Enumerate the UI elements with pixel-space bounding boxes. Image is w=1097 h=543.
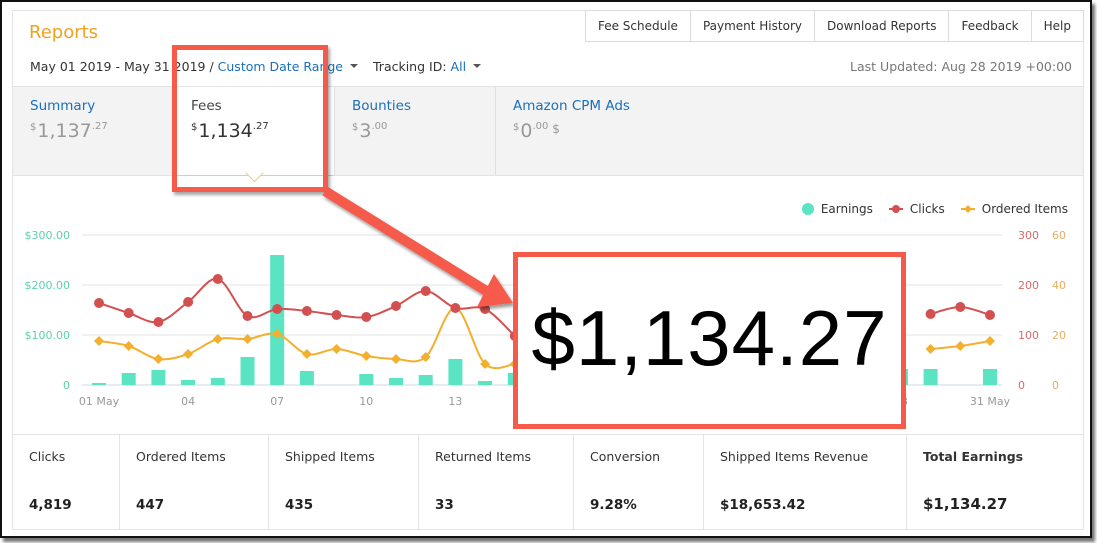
x-tick-label: 10 bbox=[359, 395, 373, 408]
ordered-items-point bbox=[925, 344, 936, 354]
ordered-items-point bbox=[985, 336, 995, 346]
ordered-items-point bbox=[183, 349, 194, 359]
ordered-items-point bbox=[153, 354, 164, 364]
ordered-items-point bbox=[94, 336, 104, 346]
earnings-bar bbox=[240, 357, 255, 385]
ordered-items-point bbox=[301, 349, 312, 359]
ordered-items-point bbox=[331, 344, 342, 354]
clicks-point bbox=[272, 304, 283, 314]
earnings-bar bbox=[923, 369, 938, 385]
clicks-point bbox=[480, 304, 491, 314]
clicks-point bbox=[153, 317, 164, 327]
ordered-items-point bbox=[391, 354, 401, 364]
y-left-tick-label: $200.00 bbox=[25, 279, 71, 292]
clicks-point bbox=[925, 309, 936, 319]
y-right-items-tick-label: 20 bbox=[1052, 329, 1066, 342]
earnings-bar bbox=[478, 381, 493, 385]
y-right-clicks-tick-label: 300 bbox=[1018, 229, 1039, 242]
ordered-items-point bbox=[361, 351, 372, 361]
earnings-bar bbox=[359, 374, 374, 385]
y-right-clicks-tick-label: 0 bbox=[1018, 379, 1025, 392]
y-right-clicks-tick-label: 100 bbox=[1018, 329, 1039, 342]
y-right-items-tick-label: 0 bbox=[1052, 379, 1059, 392]
y-left-tick-label: 0 bbox=[63, 379, 70, 392]
earnings-bar bbox=[121, 373, 136, 385]
earnings-bar bbox=[151, 370, 166, 385]
earnings-bar bbox=[418, 375, 433, 385]
earnings-bar bbox=[270, 255, 285, 385]
x-tick-label: 13 bbox=[448, 395, 462, 408]
clicks-point bbox=[955, 302, 966, 312]
clicks-point bbox=[420, 286, 431, 296]
clicks-point bbox=[183, 297, 194, 307]
clicks-point bbox=[123, 308, 134, 318]
earnings-bar bbox=[299, 371, 314, 385]
screenshot-frame: Reports Fee Schedule Payment History Dow… bbox=[0, 0, 1092, 538]
clicks-point bbox=[391, 301, 401, 311]
earnings-bar bbox=[181, 380, 196, 385]
ordered-items-point bbox=[955, 341, 966, 351]
clicks-point bbox=[301, 306, 312, 316]
earnings-bar bbox=[389, 378, 403, 385]
ordered-items-point bbox=[123, 341, 134, 351]
earnings-callout-text: $1,134.27 bbox=[531, 294, 888, 382]
y-right-clicks-tick-label: 200 bbox=[1018, 279, 1039, 292]
y-left-tick-label: $100.00 bbox=[25, 329, 71, 342]
x-tick-label: 31 May bbox=[970, 395, 1011, 408]
clicks-point bbox=[94, 298, 104, 308]
y-right-items-tick-label: 40 bbox=[1052, 279, 1066, 292]
earnings-bar bbox=[448, 359, 463, 385]
x-tick-label: 01 May bbox=[79, 395, 120, 408]
y-left-tick-label: $300.00 bbox=[25, 229, 71, 242]
clicks-point bbox=[242, 311, 253, 321]
earnings-bar bbox=[92, 383, 106, 385]
clicks-point bbox=[985, 310, 995, 320]
earnings-bar bbox=[210, 378, 225, 385]
x-tick-label: 04 bbox=[181, 395, 195, 408]
clicks-point bbox=[212, 274, 223, 284]
earnings-bar bbox=[983, 369, 997, 385]
x-tick-label: 07 bbox=[270, 395, 284, 408]
clicks-point bbox=[361, 312, 372, 322]
y-right-items-tick-label: 60 bbox=[1052, 229, 1066, 242]
fees-highlight-box bbox=[172, 45, 328, 192]
clicks-point bbox=[331, 310, 342, 320]
clicks-point bbox=[450, 303, 461, 313]
earnings-callout-box: $1,134.27 bbox=[513, 252, 906, 429]
